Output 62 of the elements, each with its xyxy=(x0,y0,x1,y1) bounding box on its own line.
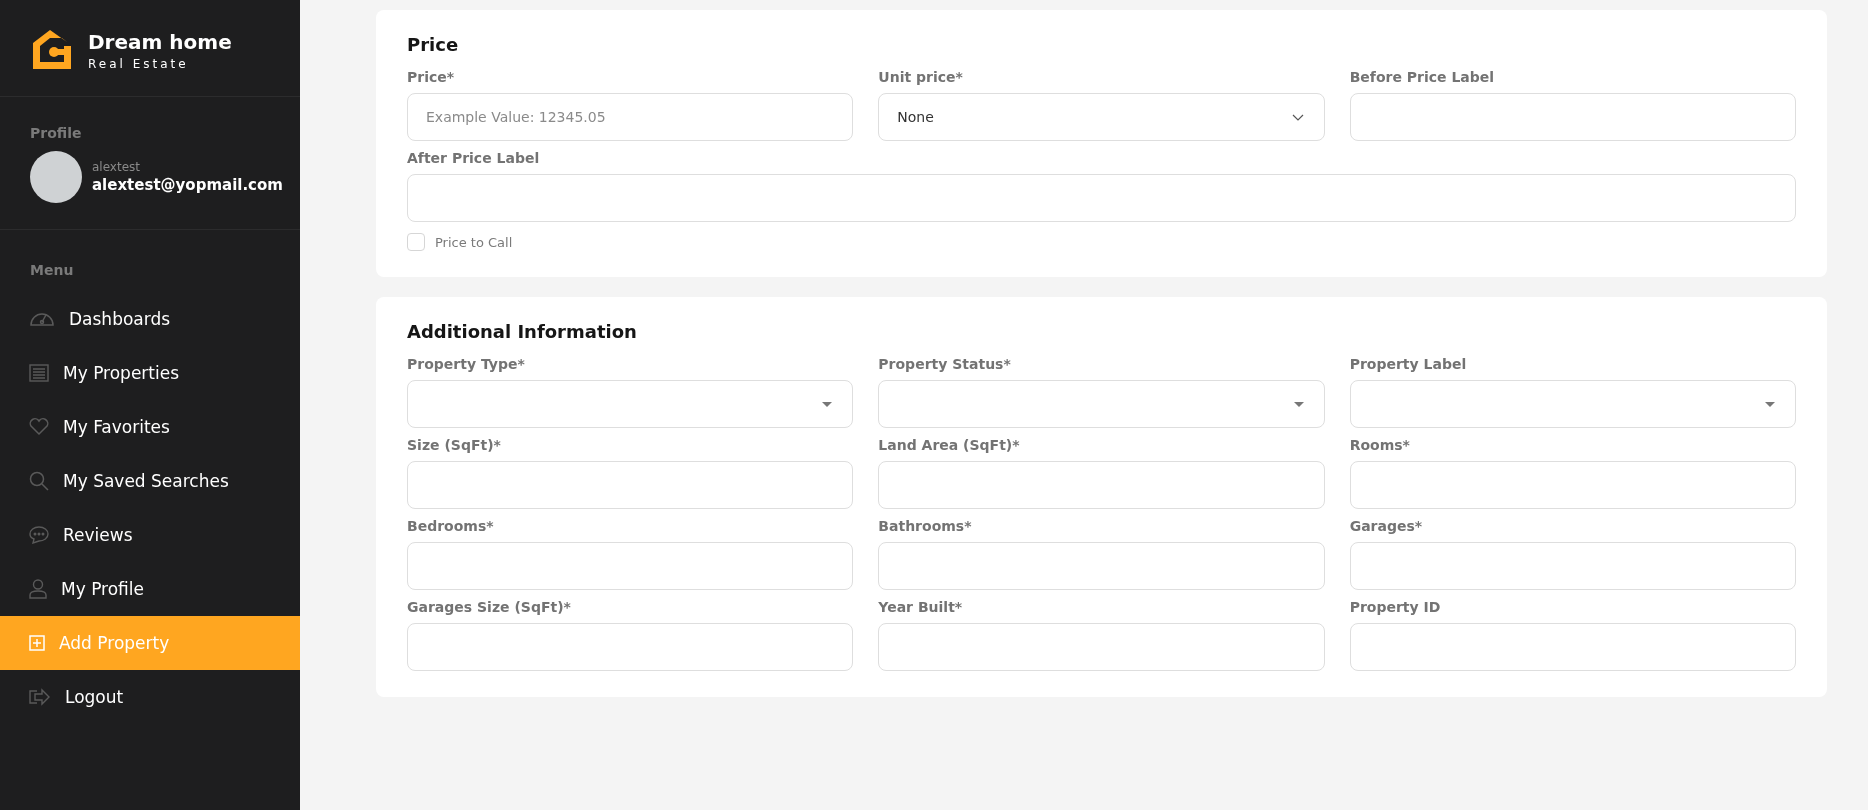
sidebar-item[interactable]: Dashboards xyxy=(0,292,300,346)
input-field[interactable] xyxy=(407,461,854,509)
input-field[interactable] xyxy=(407,542,854,590)
input-field[interactable] xyxy=(407,174,1796,222)
sidebar-item[interactable]: My Saved Searches xyxy=(0,454,300,508)
checkbox[interactable] xyxy=(407,233,425,251)
select-field[interactable] xyxy=(878,380,1325,428)
avatar-placeholder xyxy=(30,151,82,203)
brand-title: Dream home xyxy=(88,29,232,54)
caret-down-icon xyxy=(822,401,833,407)
input-field[interactable] xyxy=(878,461,1325,509)
user-email: alextest@yopmail.com xyxy=(92,176,283,194)
field-label: Year Built* xyxy=(878,599,964,615)
input-field[interactable] xyxy=(878,623,1325,671)
caret-down-icon xyxy=(1293,401,1304,407)
house-logo-icon xyxy=(30,28,74,72)
sidebar-item[interactable]: Logout xyxy=(0,670,300,724)
input-field[interactable] xyxy=(1349,93,1796,141)
field-label: Property Status* xyxy=(878,356,1012,372)
input-field[interactable] xyxy=(1349,461,1796,509)
sidebar-item[interactable]: Reviews xyxy=(0,508,300,562)
input-field[interactable] xyxy=(407,623,854,671)
section-title: Price xyxy=(407,34,460,55)
input-field[interactable] xyxy=(1349,623,1796,671)
user-icon xyxy=(29,579,47,599)
field-label: Property Label xyxy=(1349,356,1468,372)
select-field[interactable] xyxy=(1349,380,1796,428)
field-label: Land Area (SqFt)* xyxy=(878,437,1021,453)
brand-subtitle: Real Estate xyxy=(88,56,190,71)
field-label: Before Price Label xyxy=(1349,69,1496,85)
field-label: Garages Size (SqFt)* xyxy=(407,599,572,615)
sidebar-item[interactable]: My Profile xyxy=(0,562,300,616)
field-label: Size (SqFt)* xyxy=(407,437,502,453)
input-field[interactable] xyxy=(878,542,1325,590)
list-icon xyxy=(29,364,49,382)
search-icon xyxy=(29,471,49,491)
heart-icon xyxy=(29,418,49,436)
field-label: Bedrooms* xyxy=(407,518,495,534)
field-label: After Price Label xyxy=(407,150,541,166)
sidebar-item[interactable]: My Favorites xyxy=(0,400,300,454)
select-field[interactable]: None xyxy=(878,93,1325,141)
profile-heading: Profile xyxy=(30,125,83,141)
exit-arrow-icon xyxy=(29,688,51,706)
username: alextest xyxy=(92,160,141,174)
input-field[interactable]: Example Value: 12345.05 xyxy=(407,93,854,141)
field-label: Garages* xyxy=(1349,518,1424,534)
sidebar-item[interactable]: My Properties xyxy=(0,346,300,400)
chevron-down-icon xyxy=(1291,113,1304,121)
select-field[interactable] xyxy=(407,380,854,428)
plus-square-icon xyxy=(29,635,45,651)
input-field[interactable] xyxy=(1349,542,1796,590)
field-label: Rooms* xyxy=(1349,437,1411,453)
field-label: Price* xyxy=(407,69,456,85)
caret-down-icon xyxy=(1765,401,1775,407)
chat-bubble-icon xyxy=(29,526,49,544)
field-label: Property Type* xyxy=(407,356,526,372)
menu-heading: Menu xyxy=(29,262,75,280)
checkbox-label: Price to Call xyxy=(435,234,513,250)
field-label: Property ID xyxy=(1349,599,1442,615)
field-label: Unit price* xyxy=(878,69,964,85)
field-label: Bathrooms* xyxy=(878,518,973,534)
section-title: Additional Information xyxy=(407,321,638,342)
